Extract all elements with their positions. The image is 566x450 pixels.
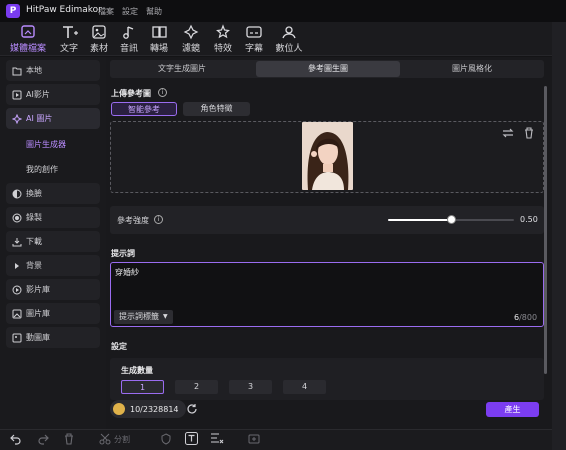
credits-value: 10/2328814 [130,405,179,414]
info-icon[interactable]: i [158,88,167,97]
strength-value: 0.50 [520,215,538,224]
prompt-text: 穿婚紗 [115,268,139,277]
caret-down-icon: ▼ [163,313,168,320]
tab-text-to-image[interactable]: 文字生成圖片 [114,61,250,77]
music-icon [114,24,144,40]
strength-info-icon[interactable]: i [154,215,163,224]
sidebar-item-download[interactable]: 下載 [6,231,100,252]
sidebar-item-background[interactable]: 背景 [6,255,100,276]
sidebar-item-gif-library[interactable]: 動圖庫 [6,327,100,348]
filter-icon [176,24,206,40]
prompt-input[interactable] [110,262,544,327]
face-swap-icon [12,189,22,199]
split-icon[interactable] [99,433,111,445]
avatar-icon [273,24,303,40]
prompt-char-count: 6/800 [514,313,538,322]
quantity-option-3[interactable]: 3 [229,380,272,394]
tool-effects[interactable]: 特效 [208,24,238,54]
auto-cut-icon[interactable] [210,432,224,445]
sidebar-item-record[interactable]: 錄製 [6,207,100,228]
sidebar-sub-my-creations[interactable]: 我的創作 [26,164,58,175]
video-library-icon [12,285,22,295]
tool-filter[interactable]: 濾鏡 [176,24,206,54]
subtitle-icon [239,24,269,40]
add-track-icon[interactable] [248,433,260,445]
sidebar-sub-image-generator[interactable]: 圖片生成器 [26,139,66,150]
strength-slider-knob[interactable] [447,215,456,224]
prompt-label: 提示詞 [111,249,135,258]
delete-clip-icon[interactable] [63,433,75,445]
quantity-label: 生成數量 [121,366,153,375]
menu-help[interactable]: 幫助 [146,6,162,17]
image-library-icon [12,309,22,319]
undo-icon[interactable] [10,433,22,445]
assets-icon [84,24,114,40]
sidebar-item-ai-image[interactable]: AI 圖片 [6,108,100,129]
reference-image-thumbnail [302,122,353,190]
strength-label: 參考強度 [117,216,149,225]
sidebar-item-ai-video[interactable]: AI影片 [6,84,100,105]
split-label: 分割 [114,435,130,444]
quantity-option-1[interactable]: 1 [121,380,164,394]
main-scrollbar[interactable] [544,86,547,374]
effects-icon [208,24,238,40]
background-icon [12,261,22,271]
media-icon [8,24,38,40]
record-icon [12,213,22,223]
tab-image-to-image[interactable]: 參考圖生圖 [256,61,400,77]
redo-icon[interactable] [37,433,49,445]
sidebar-item-local[interactable]: 本地 [6,60,100,81]
download-icon [12,237,22,247]
tool-assets[interactable]: 素材 [84,24,114,54]
tool-audio[interactable]: 音訊 [114,24,144,54]
mode-smart-reference[interactable]: 智能參考 [111,102,177,116]
prompt-tags-button[interactable]: 提示詞標籤 ▼ [114,310,173,324]
ai-video-icon [12,90,22,100]
menu-file[interactable]: 檔案 [98,6,114,17]
sidebar-item-image-library[interactable]: 圖片庫 [6,303,100,324]
sidebar-item-video-library[interactable]: 影片庫 [6,279,100,300]
shield-icon[interactable] [160,433,172,445]
app-logo-icon: P [6,4,20,18]
tool-media[interactable]: 媒體檔案 [8,24,48,54]
timeline-toolbar [0,429,552,450]
tool-text[interactable]: 文字 [54,24,84,54]
settings-label: 設定 [111,342,127,351]
tool-digital-human[interactable]: 數位人 [273,24,305,54]
coin-icon [113,403,125,415]
generate-button[interactable]: 產生 [486,402,539,417]
gif-library-icon [12,333,22,343]
tool-transition[interactable]: 轉場 [144,24,174,54]
menu-settings[interactable]: 設定 [122,6,138,17]
strength-slider-fill [388,219,451,221]
preview-panel-edge [552,22,566,450]
delete-image-icon[interactable] [524,127,534,139]
replace-image-icon[interactable] [502,128,514,138]
text-icon [54,24,84,40]
mode-character-features[interactable]: 角色特徵 [183,102,250,116]
upload-label: 上傳參考圖 [111,89,151,98]
app-name: HitPaw Edimakor [26,5,102,15]
sidebar-item-face-swap[interactable]: 換臉 [6,183,100,204]
folder-icon [12,66,22,76]
quantity-option-2[interactable]: 2 [175,380,218,394]
quantity-option-4[interactable]: 4 [283,380,326,394]
ai-image-icon [12,113,22,124]
tool-subtitle[interactable]: 字幕 [239,24,269,54]
refresh-credits-icon[interactable] [186,403,198,415]
transition-icon [144,24,174,40]
tab-image-stylize[interactable]: 圖片風格化 [404,61,540,77]
text-tool-icon[interactable] [185,432,198,445]
